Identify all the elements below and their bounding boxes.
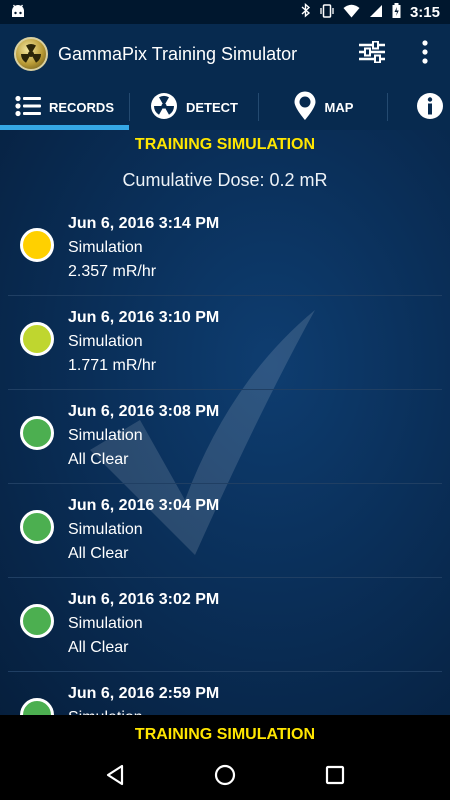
- wifi-icon: [343, 4, 360, 21]
- status-time: 3:15: [409, 3, 440, 21]
- overflow-menu-icon[interactable]: [422, 39, 428, 69]
- record-type: Simulation: [68, 706, 219, 715]
- signal-icon: [369, 4, 383, 21]
- tab-map[interactable]: MAP: [259, 84, 387, 130]
- app-title: GammaPix Training Simulator: [58, 43, 298, 64]
- record-type: Simulation: [68, 333, 143, 350]
- record-item[interactable]: Jun 6, 2016 3:02 PM Simulation All Clear: [8, 578, 442, 672]
- info-icon: [416, 92, 444, 123]
- status-dot: [20, 604, 54, 638]
- app-bar: GammaPix Training Simulator: [0, 24, 450, 84]
- status-bar: 3:15: [0, 0, 450, 24]
- cumulative-dose: Cumulative Dose: 0.2 mR: [0, 170, 450, 191]
- vibrate-icon: [320, 3, 334, 21]
- status-dot: [20, 228, 54, 262]
- training-simulation-header: TRAINING SIMULATION: [134, 136, 316, 153]
- record-item[interactable]: Jun 6, 2016 3:08 PM Simulation All Clear: [8, 390, 442, 484]
- map-pin-icon: [293, 91, 317, 124]
- record-date: Jun 6, 2016 3:02 PM: [68, 591, 220, 608]
- status-dot: [20, 698, 54, 715]
- record-type: Simulation: [68, 521, 143, 538]
- system-nav-bar: [0, 755, 450, 800]
- tab-detect-label: DETECT: [186, 99, 238, 115]
- record-date: Jun 6, 2016 3:08 PM: [68, 403, 220, 420]
- records-panel: TRAINING SIMULATION Cumulative Dose: 0.2…: [0, 130, 450, 715]
- tab-map-label: MAP: [324, 99, 354, 115]
- recents-icon[interactable]: [325, 765, 345, 790]
- record-reading: All Clear: [68, 639, 129, 656]
- record-reading: All Clear: [68, 545, 129, 562]
- record-reading: 1.771 mR/hr: [68, 357, 157, 374]
- status-dot: [20, 322, 54, 356]
- record-type: Simulation: [68, 427, 143, 444]
- list-icon: [15, 95, 41, 120]
- record-date: Jun 6, 2016 3:04 PM: [68, 497, 220, 514]
- record-type: Simulation: [68, 615, 143, 632]
- bluetooth-icon: [301, 2, 311, 21]
- radiation-icon: [150, 92, 178, 123]
- record-item[interactable]: Jun 6, 2016 3:10 PM Simulation 1.771 mR/…: [8, 296, 442, 390]
- status-dot: [20, 416, 54, 450]
- training-simulation-footer: TRAINING SIMULATION: [0, 715, 450, 755]
- records-list: Jun 6, 2016 3:14 PM Simulation 2.357 mR/…: [0, 202, 450, 715]
- cumulative-dose-label: Cumulative Dose:: [122, 170, 265, 190]
- status-dot: [20, 510, 54, 544]
- record-date: Jun 6, 2016 3:10 PM: [68, 309, 220, 326]
- tab-about[interactable]: A: [388, 84, 450, 130]
- tab-records-label: RECORDS: [48, 99, 114, 115]
- record-date: Jun 6, 2016 3:14 PM: [68, 215, 220, 232]
- record-item[interactable]: Jun 6, 2016 3:04 PM Simulation All Clear: [8, 484, 442, 578]
- cumulative-dose-value: 0.2 mR: [269, 170, 328, 190]
- filter-settings-icon[interactable]: [358, 40, 386, 68]
- tab-bar: RECORDS DETECT MAP A: [0, 84, 450, 130]
- battery-icon: [392, 3, 401, 21]
- android-notification-icon: [10, 4, 26, 21]
- back-icon[interactable]: [105, 764, 125, 791]
- home-icon[interactable]: [214, 764, 236, 791]
- record-date: Jun 6, 2016 2:59 PM: [68, 685, 220, 702]
- tab-detect[interactable]: DETECT: [130, 84, 258, 130]
- record-reading: 2.357 mR/hr: [68, 263, 157, 280]
- record-reading: All Clear: [68, 451, 129, 468]
- app-logo: [14, 37, 48, 71]
- record-type: Simulation: [68, 239, 143, 256]
- record-item[interactable]: Jun 6, 2016 3:14 PM Simulation 2.357 mR/…: [8, 202, 442, 296]
- record-item[interactable]: Jun 6, 2016 2:59 PM Simulation: [8, 672, 442, 715]
- tab-records[interactable]: RECORDS: [0, 84, 129, 130]
